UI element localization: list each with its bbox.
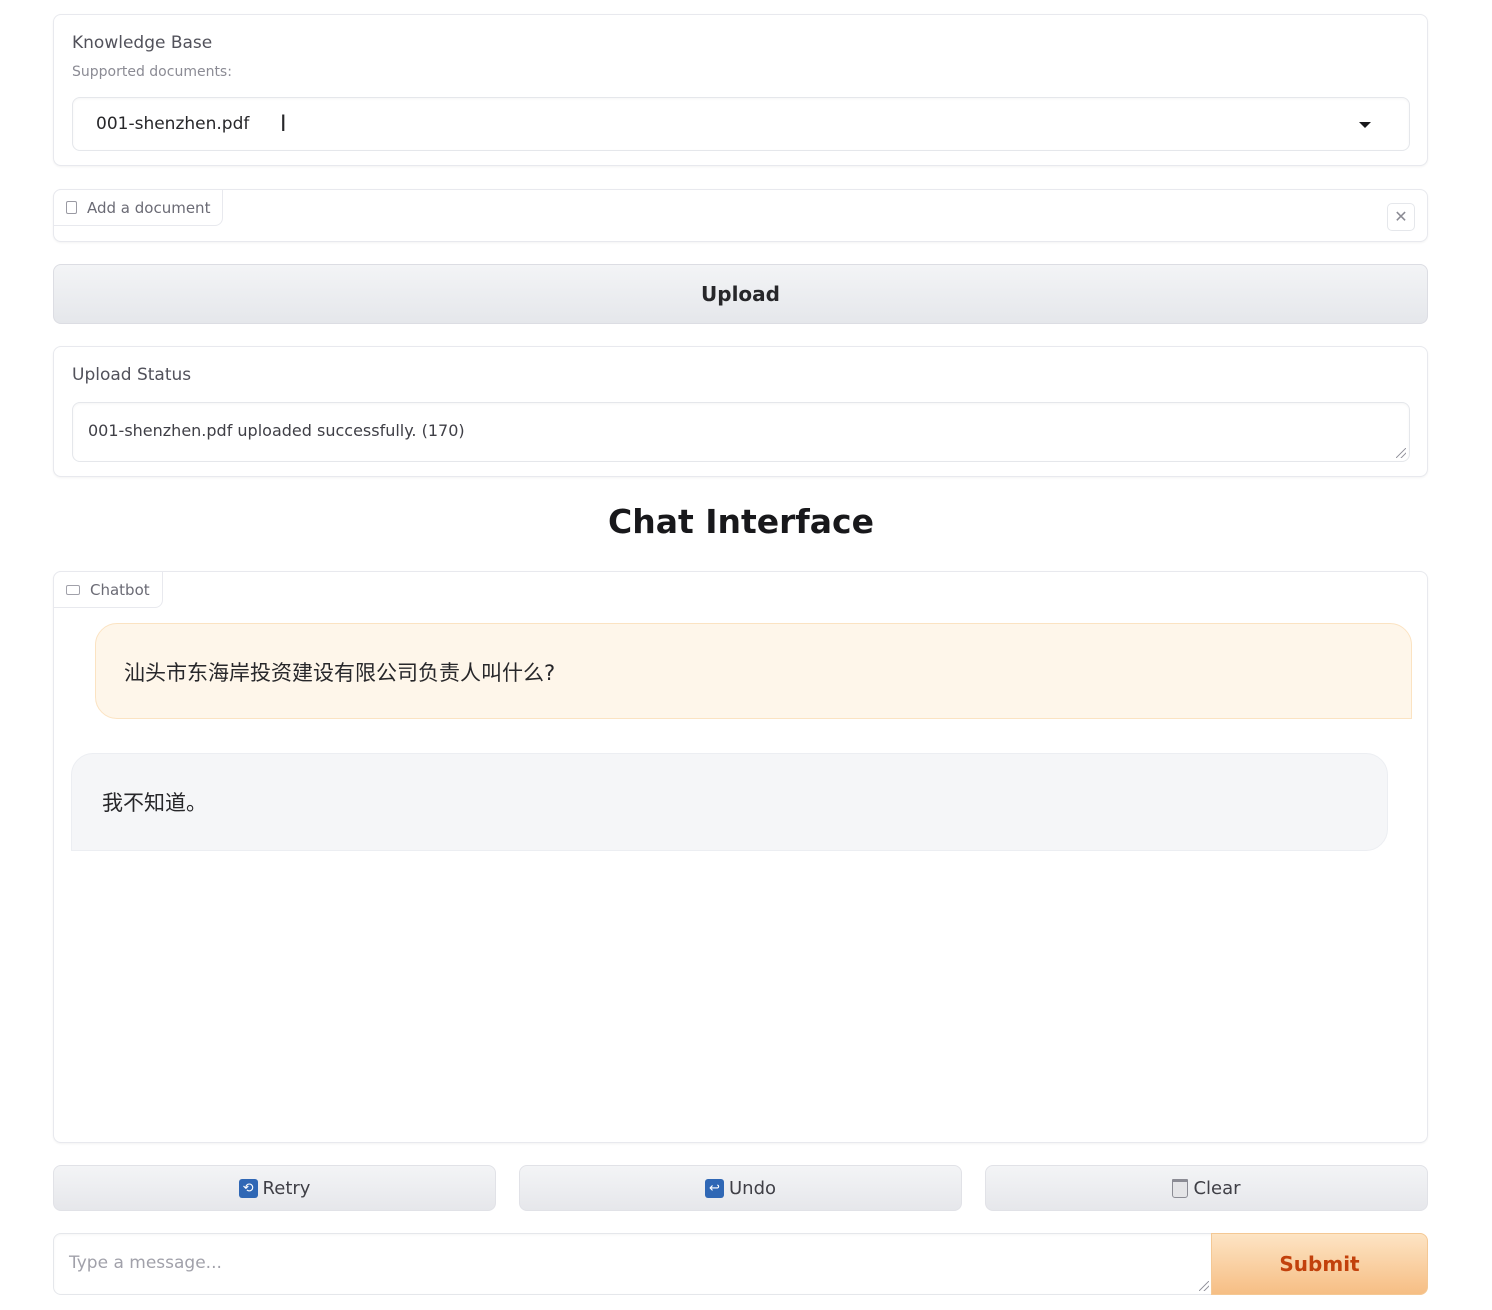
upload-status-label: Upload Status (72, 365, 192, 385)
file-icon (66, 201, 77, 214)
clear-button[interactable]: Clear (985, 1165, 1428, 1211)
submit-button[interactable]: Submit (1211, 1233, 1428, 1295)
bot-message: 我不知道。 (71, 753, 1388, 851)
clear-label: Clear (1193, 1177, 1241, 1199)
resize-handle-icon[interactable] (1199, 1281, 1209, 1291)
retry-icon: ⟲ (238, 1178, 258, 1198)
page-title: Chat Interface (607, 502, 874, 541)
upload-button[interactable]: Upload (53, 264, 1428, 324)
resize-handle-icon[interactable] (1396, 448, 1406, 458)
message-input[interactable]: Type a message... (53, 1233, 1213, 1295)
add-document-tag: Add a document (53, 189, 224, 226)
undo-button[interactable]: ↩ Undo (519, 1165, 962, 1211)
chatbot-panel[interactable]: Chatbot 汕头市东海岸投资建设有限公司负责人叫什么? 我不知道。 (53, 571, 1428, 1143)
undo-icon: ↩ (704, 1178, 724, 1198)
dropdown-selected-value: 001-shenzhen.pdf (96, 114, 250, 134)
close-icon[interactable]: ✕ (1387, 203, 1415, 231)
trash-icon (1172, 1178, 1189, 1198)
user-message: 汕头市东海岸投资建设有限公司负责人叫什么? (95, 623, 1412, 719)
file-upload-block[interactable]: Add a document ✕ (53, 189, 1428, 242)
caret-down-icon[interactable] (1359, 122, 1371, 128)
chat-icon (66, 584, 80, 595)
knowledge-base-sublabel: Supported documents: (72, 64, 232, 80)
message-placeholder: Type a message... (69, 1253, 222, 1273)
undo-label: Undo (728, 1177, 777, 1199)
upload-status-field[interactable]: 001-shenzhen.pdf uploaded successfully. … (72, 402, 1410, 462)
document-dropdown[interactable]: 001-shenzhen.pdf I (72, 97, 1410, 151)
knowledge-base-label: Knowledge Base (72, 33, 213, 53)
chatbot-tag: Chatbot (53, 571, 163, 608)
knowledge-base-block: Knowledge Base Supported documents: 001-… (53, 14, 1428, 166)
chatbot-label: Chatbot (90, 580, 150, 599)
upload-status-block: Upload Status 001-shenzhen.pdf uploaded … (53, 346, 1428, 477)
retry-label: Retry (262, 1177, 311, 1199)
text-cursor-icon: I (280, 112, 287, 137)
upload-status-value: 001-shenzhen.pdf uploaded successfully. … (88, 421, 465, 440)
add-document-label: Add a document (87, 198, 211, 217)
retry-button[interactable]: ⟲ Retry (53, 1165, 496, 1211)
